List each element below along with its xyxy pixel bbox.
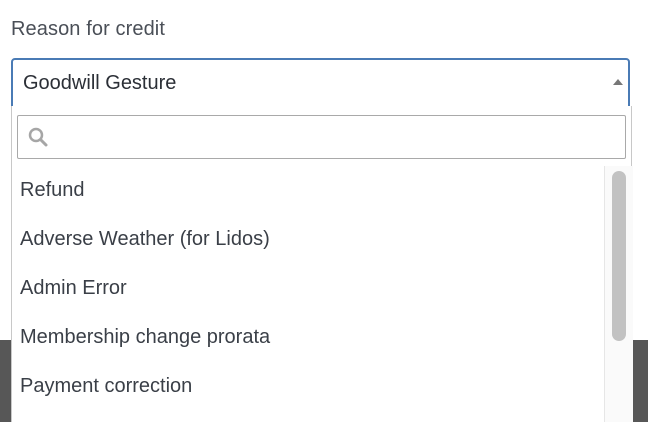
search-input[interactable]	[54, 122, 618, 154]
caret-up-icon[interactable]	[613, 79, 623, 85]
page: Reason for credit Goodwill Gesture Refun…	[0, 0, 648, 422]
dropdown-panel: Refund Adverse Weather (for Lidos) Admin…	[11, 106, 633, 422]
option-adverse-weather[interactable]: Adverse Weather (for Lidos)	[12, 215, 604, 264]
option-payment-correction[interactable]: Payment correction	[12, 362, 604, 411]
search-icon	[28, 127, 48, 147]
selected-value: Goodwill Gesture	[23, 72, 177, 94]
option-membership-change-prorata[interactable]: Membership change prorata	[12, 313, 604, 362]
reason-select[interactable]: Goodwill Gesture	[11, 58, 630, 108]
option-admin-error[interactable]: Admin Error	[12, 264, 604, 313]
option-refund[interactable]: Refund	[12, 166, 604, 215]
options-list: Refund Adverse Weather (for Lidos) Admin…	[12, 166, 604, 411]
search-box[interactable]	[17, 115, 626, 159]
field-label: Reason for credit	[11, 18, 165, 40]
scrollbar[interactable]	[604, 166, 633, 422]
scrollbar-thumb[interactable]	[612, 171, 626, 341]
